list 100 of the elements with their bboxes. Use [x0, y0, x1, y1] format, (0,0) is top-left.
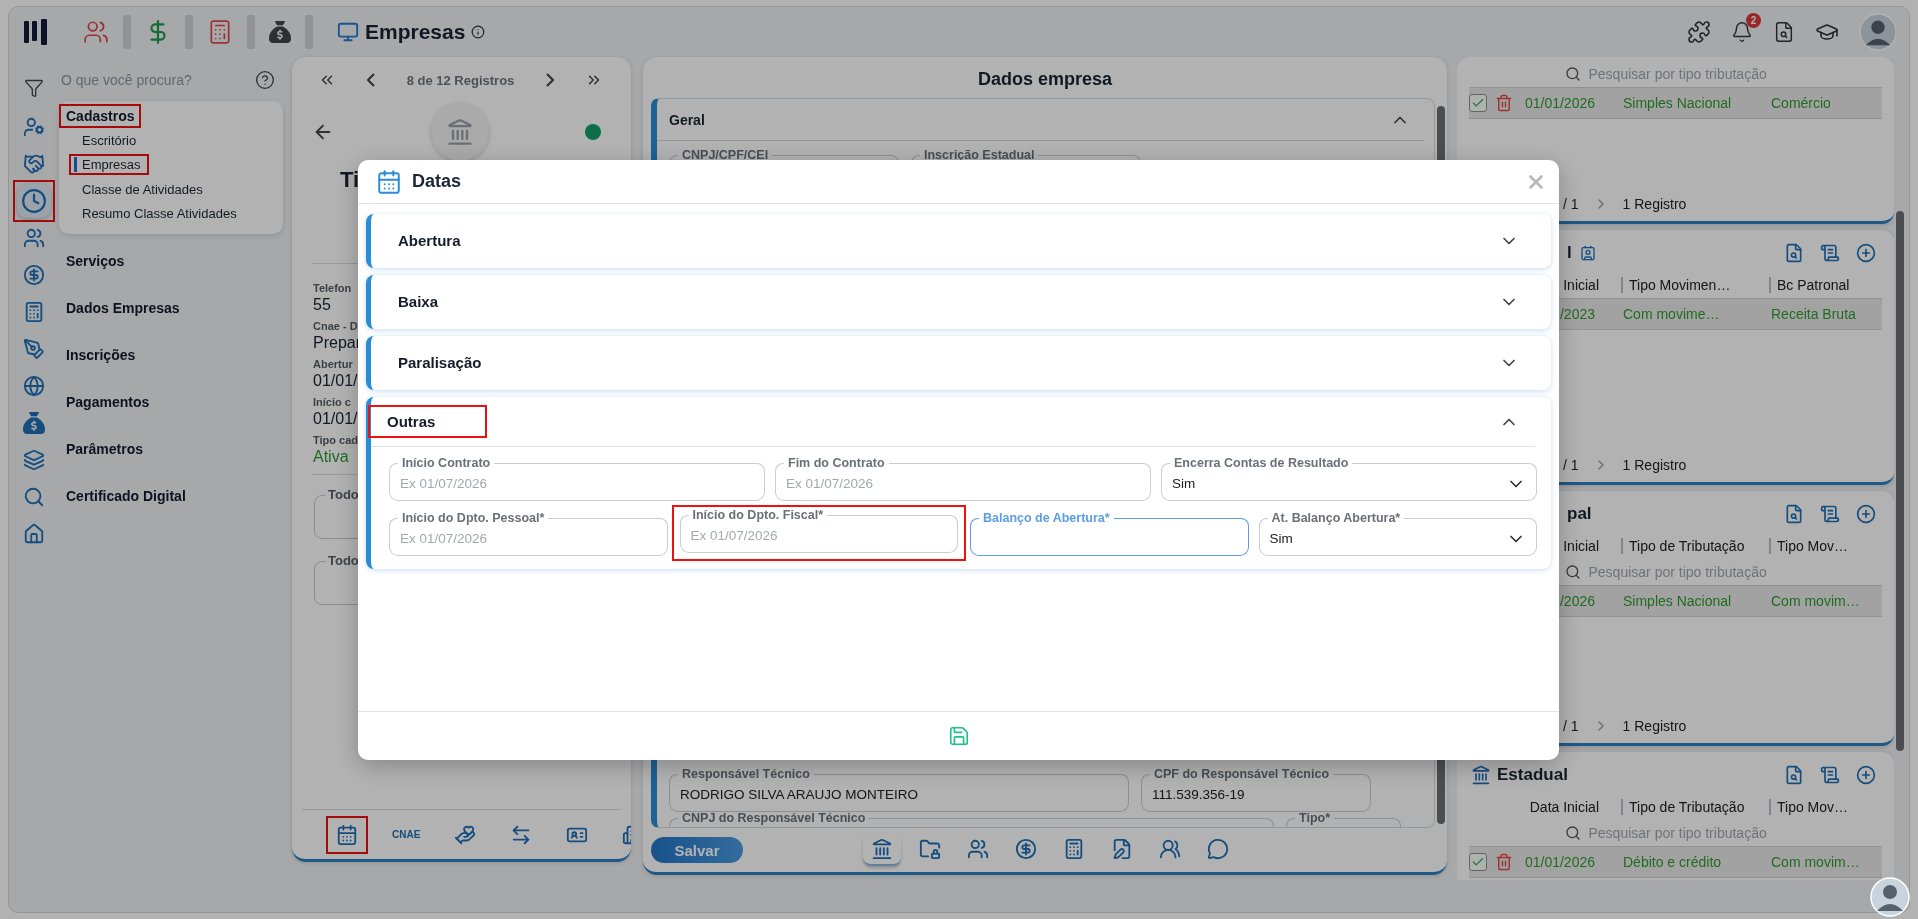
calculator-icon	[1063, 838, 1085, 860]
field-label: Tipo cad	[313, 434, 359, 446]
field-label: Abertur	[313, 358, 353, 370]
calendar-icon[interactable]	[336, 823, 358, 846]
money-bag-icon[interactable]	[269, 21, 291, 43]
cnae-tab[interactable]: CNAE	[392, 829, 421, 840]
submenu-item[interactable]: Resumo Classe Atividades	[74, 206, 237, 222]
company-name: Ti	[340, 167, 360, 193]
help-icon[interactable]	[255, 70, 275, 90]
field-label: At. Balanço Abertura*	[1270, 510, 1402, 526]
scroll-icon[interactable]	[1820, 243, 1840, 263]
add-icon[interactable]	[1856, 765, 1876, 785]
page-number: / 1	[1563, 196, 1579, 212]
submenu-item[interactable]: Empresas	[74, 157, 141, 173]
add-icon[interactable]	[1856, 243, 1876, 263]
menu-item[interactable]: Serviços	[66, 252, 125, 269]
folder-lock-icon	[919, 838, 941, 860]
handshake-icon	[23, 152, 45, 175]
user-avatar[interactable]	[1859, 13, 1897, 51]
search-field[interactable]: Pesquisar por tipo tributação	[1586, 563, 1817, 581]
layers-icon	[23, 448, 45, 471]
filter-icon[interactable]	[24, 77, 44, 98]
field-label: CNPJ do Responsável Técnico	[681, 810, 867, 826]
column-header: Inicial	[1563, 538, 1599, 554]
table-cell-text: Com movim…	[1770, 854, 1861, 870]
check-icon	[1471, 96, 1485, 110]
accordion-header[interactable]: Abertura	[371, 214, 1535, 268]
section-title: Baixa	[398, 293, 439, 310]
column-header: Tipo Mov…	[1769, 538, 1880, 554]
bank-tab[interactable]	[863, 834, 901, 866]
text-field[interactable]: Tipo*	[1286, 810, 1401, 827]
hand-heart-icon[interactable]	[454, 823, 477, 846]
accordion-header[interactable]: Outras	[371, 397, 1535, 447]
scroll-icon[interactable]	[1820, 765, 1840, 785]
user-gear-icon	[23, 115, 45, 138]
puzzle-icon[interactable]	[1687, 20, 1711, 44]
field-value: 111.539.356-19	[1151, 787, 1245, 802]
dialog-title: Datas	[412, 171, 462, 192]
field-value: 55	[313, 296, 331, 314]
field-label: Responsável Técnico	[681, 766, 811, 782]
table-cell-text: Simples Nacional	[1622, 95, 1733, 111]
document-search-icon[interactable]	[1784, 504, 1804, 524]
menu-item[interactable]: Certificado Digital	[66, 487, 186, 504]
checkbox[interactable]	[1469, 94, 1487, 112]
globe-icon	[23, 374, 45, 397]
users-icon[interactable]	[83, 19, 109, 45]
notification-badge: 2	[1746, 13, 1761, 28]
table-cell-text: Comércio	[1770, 95, 1832, 111]
clock-icon	[21, 187, 47, 214]
search-field[interactable]: O que você procura?	[59, 71, 229, 89]
document-search-icon[interactable]	[1784, 243, 1804, 263]
search-field[interactable]: Pesquisar por tipo tributação	[1586, 65, 1817, 83]
field-label: Início c	[313, 396, 351, 408]
field-label: Inscrição Estadual	[923, 147, 1036, 163]
record-count: 1 Registro	[1622, 457, 1687, 473]
field-label: Cnae - D	[313, 320, 358, 332]
record-counter: 8 de 12 Registros	[406, 72, 515, 88]
menu-item[interactable]: Cadastros	[66, 107, 135, 124]
card-title: l	[1567, 243, 1572, 263]
section-title: Geral	[669, 111, 705, 128]
placeholder-text: Ex 01/07/2026	[399, 531, 488, 546]
accordion-header[interactable]: Paralisação	[371, 336, 1535, 390]
users-icon	[23, 226, 45, 249]
document-search-icon[interactable]	[1773, 21, 1795, 43]
calculator-icon[interactable]	[207, 19, 233, 45]
search-icon	[23, 485, 45, 508]
scroll-icon[interactable]	[1820, 504, 1840, 524]
menu-item[interactable]: Inscrições	[66, 346, 136, 363]
field-label: CPF do Responsável Técnico	[1153, 766, 1331, 782]
placeholder-text: Ex 01/07/2026	[689, 528, 778, 543]
trash-icon[interactable]	[1494, 853, 1513, 871]
menu-item[interactable]: Dados Empresas	[66, 299, 180, 316]
money-bag-icon	[23, 411, 45, 434]
search-field[interactable]: Pesquisar por tipo tributação	[1586, 824, 1817, 842]
field-label: Encerra Contas de Resultado	[1173, 455, 1350, 471]
field-value: Prepar	[313, 334, 362, 352]
assistant-avatar[interactable]	[1870, 877, 1910, 917]
menu-item[interactable]: Pagamentos	[66, 393, 150, 410]
previous-page-button[interactable]	[367, 73, 376, 87]
save-button[interactable]	[947, 725, 970, 747]
trash-icon[interactable]	[1494, 94, 1513, 112]
table-cell-text: /2026	[1558, 593, 1595, 609]
submenu-item[interactable]: Escritório	[74, 132, 137, 148]
bell-icon[interactable]	[1731, 21, 1753, 43]
document-search-icon[interactable]	[1784, 765, 1804, 785]
menu-item[interactable]: Parâmetros	[66, 440, 144, 457]
table-cell-text: /2023	[1558, 306, 1595, 322]
file-edit-icon	[1111, 838, 1133, 860]
record-count: 1 Registro	[1622, 196, 1687, 212]
next-page-button[interactable]	[545, 73, 554, 87]
submenu-item[interactable]: Classe de Atividades	[74, 181, 203, 197]
table-cell-text: Receita Bruta	[1770, 306, 1857, 322]
table-cell-text: 01/01/2026	[1523, 95, 1595, 111]
column-header: Data Inicial	[1529, 799, 1599, 815]
checkbox[interactable]	[1469, 853, 1487, 871]
add-icon[interactable]	[1856, 504, 1876, 524]
placeholder-text: Ex 01/07/2026	[785, 476, 874, 491]
field-label: Telefon	[313, 282, 352, 294]
field-label: Início Contrato	[401, 455, 492, 471]
section-title: Abertura	[398, 232, 461, 249]
